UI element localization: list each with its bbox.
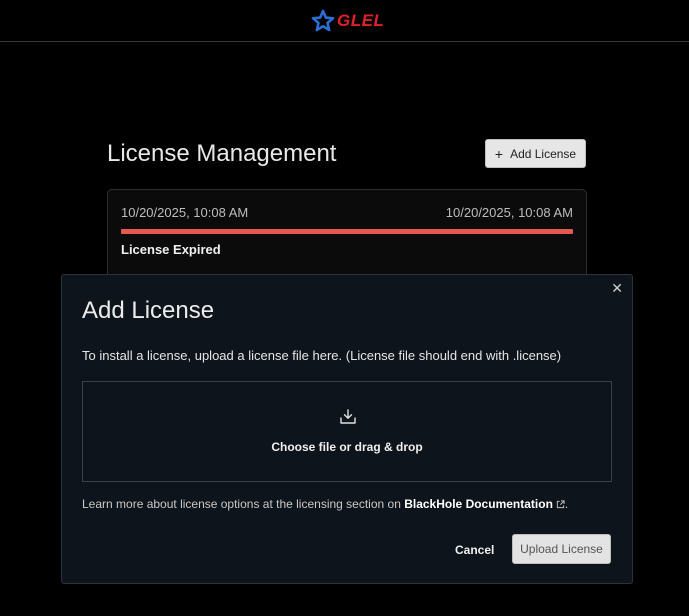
learn-more-prefix: Learn more about license options at the …	[82, 497, 405, 511]
modal-title: Add License	[82, 297, 215, 324]
external-link-icon[interactable]	[556, 500, 565, 509]
upload-license-button[interactable]: Upload License	[512, 534, 611, 564]
license-start-date: 10/20/2025, 10:08 AM	[121, 205, 249, 220]
page-title: License Management	[107, 140, 337, 167]
dropzone-label: Choose file or drag & drop	[271, 440, 423, 454]
file-dropzone[interactable]: Choose file or drag & drop	[82, 381, 612, 482]
star-logo-icon	[311, 9, 335, 32]
top-bar: GLEL	[0, 0, 689, 42]
license-end-date: 10/20/2025, 10:08 AM	[445, 205, 573, 220]
close-icon[interactable]: ✕	[611, 280, 623, 297]
learn-more-text: Learn more about license options at the …	[82, 497, 568, 511]
add-license-button[interactable]: + Add License	[485, 139, 586, 168]
add-license-modal: ✕ Add License To install a license, uplo…	[61, 274, 633, 584]
add-license-button-label: Add License	[510, 146, 577, 161]
cancel-button[interactable]: Cancel	[455, 543, 494, 557]
plus-icon: +	[494, 145, 504, 162]
documentation-link[interactable]: BlackHole Documentation	[404, 497, 553, 511]
license-status-text: License Expired	[121, 242, 221, 257]
learn-more-suffix: .	[564, 497, 569, 511]
brand-name: GLEL	[337, 11, 385, 30]
brand-logo[interactable]: GLEL	[311, 8, 384, 34]
upload-tray-icon	[340, 409, 356, 424]
license-status-bar	[121, 229, 573, 234]
modal-description: To install a license, upload a license f…	[82, 348, 562, 363]
